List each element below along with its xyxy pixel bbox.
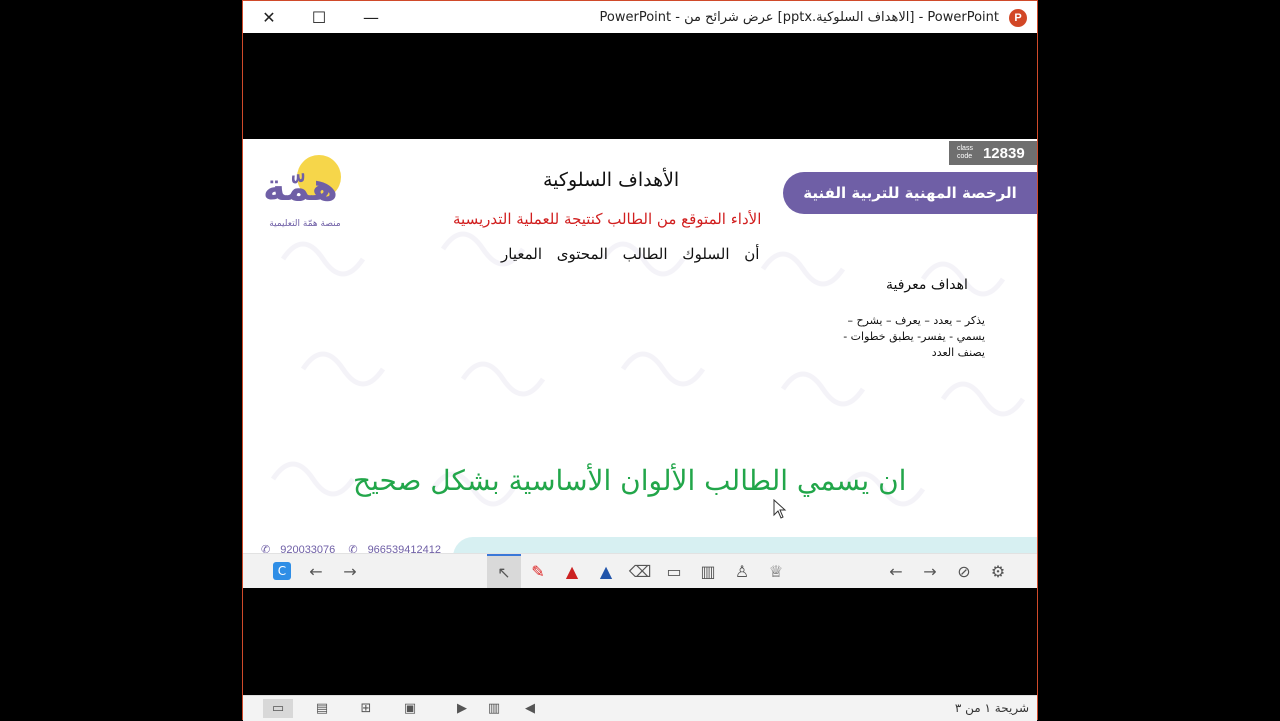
- slide-counter: شريحة ١ من ٣: [954, 701, 1029, 715]
- person-icon: ♙: [734, 561, 750, 581]
- objective-components: أن السلوك الطالب المحتوى المعيار: [501, 245, 760, 263]
- back-icon: ◀: [525, 701, 535, 716]
- next-icon: →: [923, 561, 937, 581]
- class-code-number: 12839: [982, 144, 1025, 162]
- minimize-button[interactable]: —: [349, 5, 393, 29]
- person-button[interactable]: ♙: [725, 554, 759, 588]
- eraser-button[interactable]: ⌫: [623, 554, 657, 588]
- previous-icon: ←: [889, 561, 903, 581]
- next-slide-button[interactable]: →: [913, 554, 947, 588]
- toolbar-forward-button[interactable]: →: [333, 554, 367, 588]
- status-bar: ▭ ▤ ⊞ ▣ ▶ ▥ ◀ شريحة ١ من ٣: [243, 695, 1037, 721]
- mouse-cursor-icon: [773, 499, 787, 519]
- hide-toolbar-button[interactable]: ⊘: [947, 554, 981, 588]
- window-title: PowerPoint - [الاهداف السلوكية.pptx] عرض…: [599, 10, 999, 25]
- slide-sorter-button[interactable]: ⊞: [351, 699, 381, 718]
- example-objective: ان يسمي الطالب الألوان الأساسية بشكل صحي…: [353, 464, 907, 497]
- notes-button[interactable]: ▤: [307, 699, 337, 718]
- laser-pointer-button[interactable]: ✎: [521, 554, 555, 588]
- book-button[interactable]: ▥: [479, 699, 509, 718]
- play-button[interactable]: ▶: [447, 699, 477, 718]
- close-button[interactable]: ✕: [247, 5, 291, 29]
- presenter-view-button[interactable]: ▭: [263, 699, 293, 718]
- eraser-icon: ⌫: [628, 561, 652, 581]
- reading-view-icon: ▣: [403, 701, 417, 716]
- hide-icon: ⊘: [957, 561, 971, 581]
- chart-button[interactable]: ▥: [691, 554, 725, 588]
- slide-canvas[interactable]: class code 12839 الرخصة المهنية للتربية …: [243, 139, 1037, 587]
- course-banner: الرخصة المهنية للتربية الفنية: [783, 172, 1037, 214]
- laser-pointer-icon: ✎: [531, 561, 545, 581]
- previous-slide-button[interactable]: ←: [879, 554, 913, 588]
- pen-icon: ▲: [565, 561, 579, 581]
- app-badge-icon: C: [273, 562, 291, 580]
- arrow-pointer-icon: ↖: [497, 562, 511, 582]
- app-badge-button[interactable]: C: [265, 554, 299, 588]
- slide-sorter-icon: ⊞: [360, 701, 372, 716]
- close-icon: ✕: [262, 7, 276, 27]
- maximize-icon: ☐: [311, 7, 327, 27]
- presentation-button[interactable]: ▭: [657, 554, 691, 588]
- notes-icon: ▤: [315, 701, 329, 716]
- arrow-pointer-button[interactable]: ↖: [487, 554, 521, 588]
- display-settings-button[interactable]: ⚙: [981, 554, 1015, 588]
- code-label: code: [957, 153, 973, 160]
- maximize-button[interactable]: ☐: [297, 5, 341, 29]
- left-arrow-icon: ←: [309, 561, 323, 581]
- minimize-icon: —: [363, 7, 379, 27]
- presenter-view-icon: ▭: [271, 701, 285, 716]
- hemma-logo: همّة منصة همّة التعليمية: [263, 151, 347, 235]
- class-label: class: [957, 145, 973, 152]
- pen-button[interactable]: ▲: [555, 554, 589, 588]
- powerpoint-window: ✕ ☐ — PowerPoint - [الاهداف السلوكية.ppt…: [242, 0, 1038, 721]
- highlighter-icon: ▲: [599, 561, 613, 581]
- highlighter-button[interactable]: ▲: [589, 554, 623, 588]
- title-bar: ✕ ☐ — PowerPoint - [الاهداف السلوكية.ppt…: [243, 0, 1037, 33]
- verbs-list: يذكر – يعدد – يعرف – يشرح – يسمي - يفسر-…: [843, 314, 985, 359]
- slideshow-toolbar: C ← → ↖ ✎ ▲ ▲ ⌫ ▭ ▥ ♙ ♕ ← → ⊘ ⚙: [243, 553, 1037, 588]
- back-button[interactable]: ◀: [515, 699, 545, 718]
- play-icon: ▶: [457, 701, 467, 716]
- reading-view-button[interactable]: ▣: [395, 699, 425, 718]
- cognitive-objectives-label: اهداف معرفية: [886, 277, 968, 293]
- toolbar-back-button[interactable]: ←: [299, 554, 333, 588]
- class-code-badge: class code 12839: [949, 141, 1037, 165]
- book-icon: ▥: [487, 701, 501, 716]
- logo-glyph: همّة: [263, 165, 338, 209]
- trophy-icon: ♕: [768, 561, 784, 581]
- slide-heading: الأهداف السلوكية: [543, 169, 680, 191]
- slide-subtitle: الأداء المتوقع من الطالب كنتيجة للعملية …: [453, 210, 762, 228]
- presentation-icon: ▭: [666, 561, 682, 581]
- powerpoint-logo-icon: P: [1009, 9, 1027, 27]
- trophy-button[interactable]: ♕: [759, 554, 793, 588]
- chart-icon: ▥: [700, 561, 716, 581]
- logo-caption: منصة همّة التعليمية: [269, 219, 341, 229]
- settings-icon: ⚙: [990, 561, 1006, 581]
- right-arrow-icon: →: [343, 561, 357, 581]
